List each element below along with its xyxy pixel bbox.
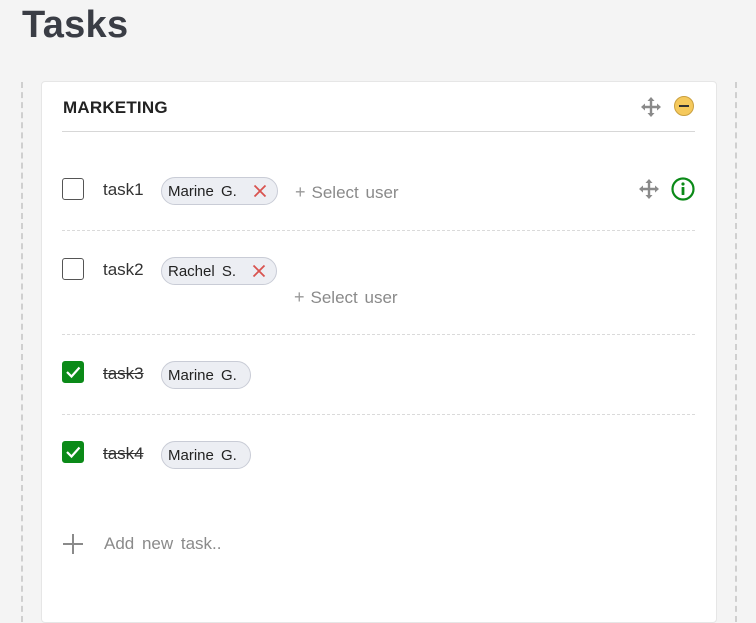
- checkmark-icon: [65, 366, 80, 378]
- plus-icon: +: [295, 182, 306, 202]
- task-name[interactable]: task3: [103, 364, 144, 384]
- column-title: MARKETING: [63, 98, 168, 117]
- task-name[interactable]: task4: [103, 444, 144, 464]
- select-user-button[interactable]: + Select user: [295, 182, 399, 203]
- assignee-chip: Rachel S.: [161, 257, 278, 285]
- assignee-name: Marine G.: [168, 446, 237, 464]
- plus-icon[interactable]: [62, 533, 84, 555]
- select-user-button[interactable]: + Select user: [294, 287, 398, 308]
- task-row: task2 Rachel S. + Select user: [62, 255, 695, 315]
- divider: [62, 334, 695, 335]
- page-title: Tasks: [22, 4, 129, 46]
- move-icon[interactable]: [640, 96, 662, 118]
- task-row: task3 Marine G.: [62, 359, 695, 399]
- divider: [62, 414, 695, 415]
- checkmark-icon: [65, 446, 80, 458]
- plus-icon: +: [294, 287, 305, 307]
- assignee-chip: Marine G.: [161, 177, 278, 205]
- lane-border: [21, 82, 23, 622]
- info-circle-icon[interactable]: [671, 177, 695, 201]
- move-icon[interactable]: [638, 178, 660, 200]
- assignee-name: Rachel S.: [168, 262, 237, 280]
- task-checkbox[interactable]: [62, 258, 84, 280]
- assignee-chip: Marine G.: [161, 361, 251, 389]
- lane-border: [735, 82, 737, 622]
- task-name[interactable]: task2: [103, 260, 144, 280]
- close-icon[interactable]: [253, 184, 267, 198]
- assignee-name: Marine G.: [168, 366, 237, 384]
- close-icon[interactable]: [252, 264, 266, 278]
- task-row: task1 Marine G. + Select user: [62, 175, 695, 215]
- add-task-input[interactable]: Add new task..: [62, 531, 462, 559]
- select-user-label: Select user: [310, 288, 398, 307]
- task-column-card: MARKETING task1 Marine G. + Select user: [41, 81, 717, 623]
- minus-circle-icon[interactable]: [674, 96, 694, 116]
- task-checkbox[interactable]: [62, 178, 84, 200]
- assignee-name: Marine G.: [168, 182, 237, 200]
- divider: [62, 230, 695, 231]
- task-row: task4 Marine G.: [62, 439, 695, 479]
- task-checkbox[interactable]: [62, 441, 84, 463]
- task-name[interactable]: task1: [103, 180, 144, 200]
- select-user-label: Select user: [311, 183, 399, 202]
- assignee-chip: Marine G.: [161, 441, 251, 469]
- divider: [62, 131, 695, 132]
- add-task-placeholder: Add new task..: [104, 534, 222, 553]
- task-checkbox[interactable]: [62, 361, 84, 383]
